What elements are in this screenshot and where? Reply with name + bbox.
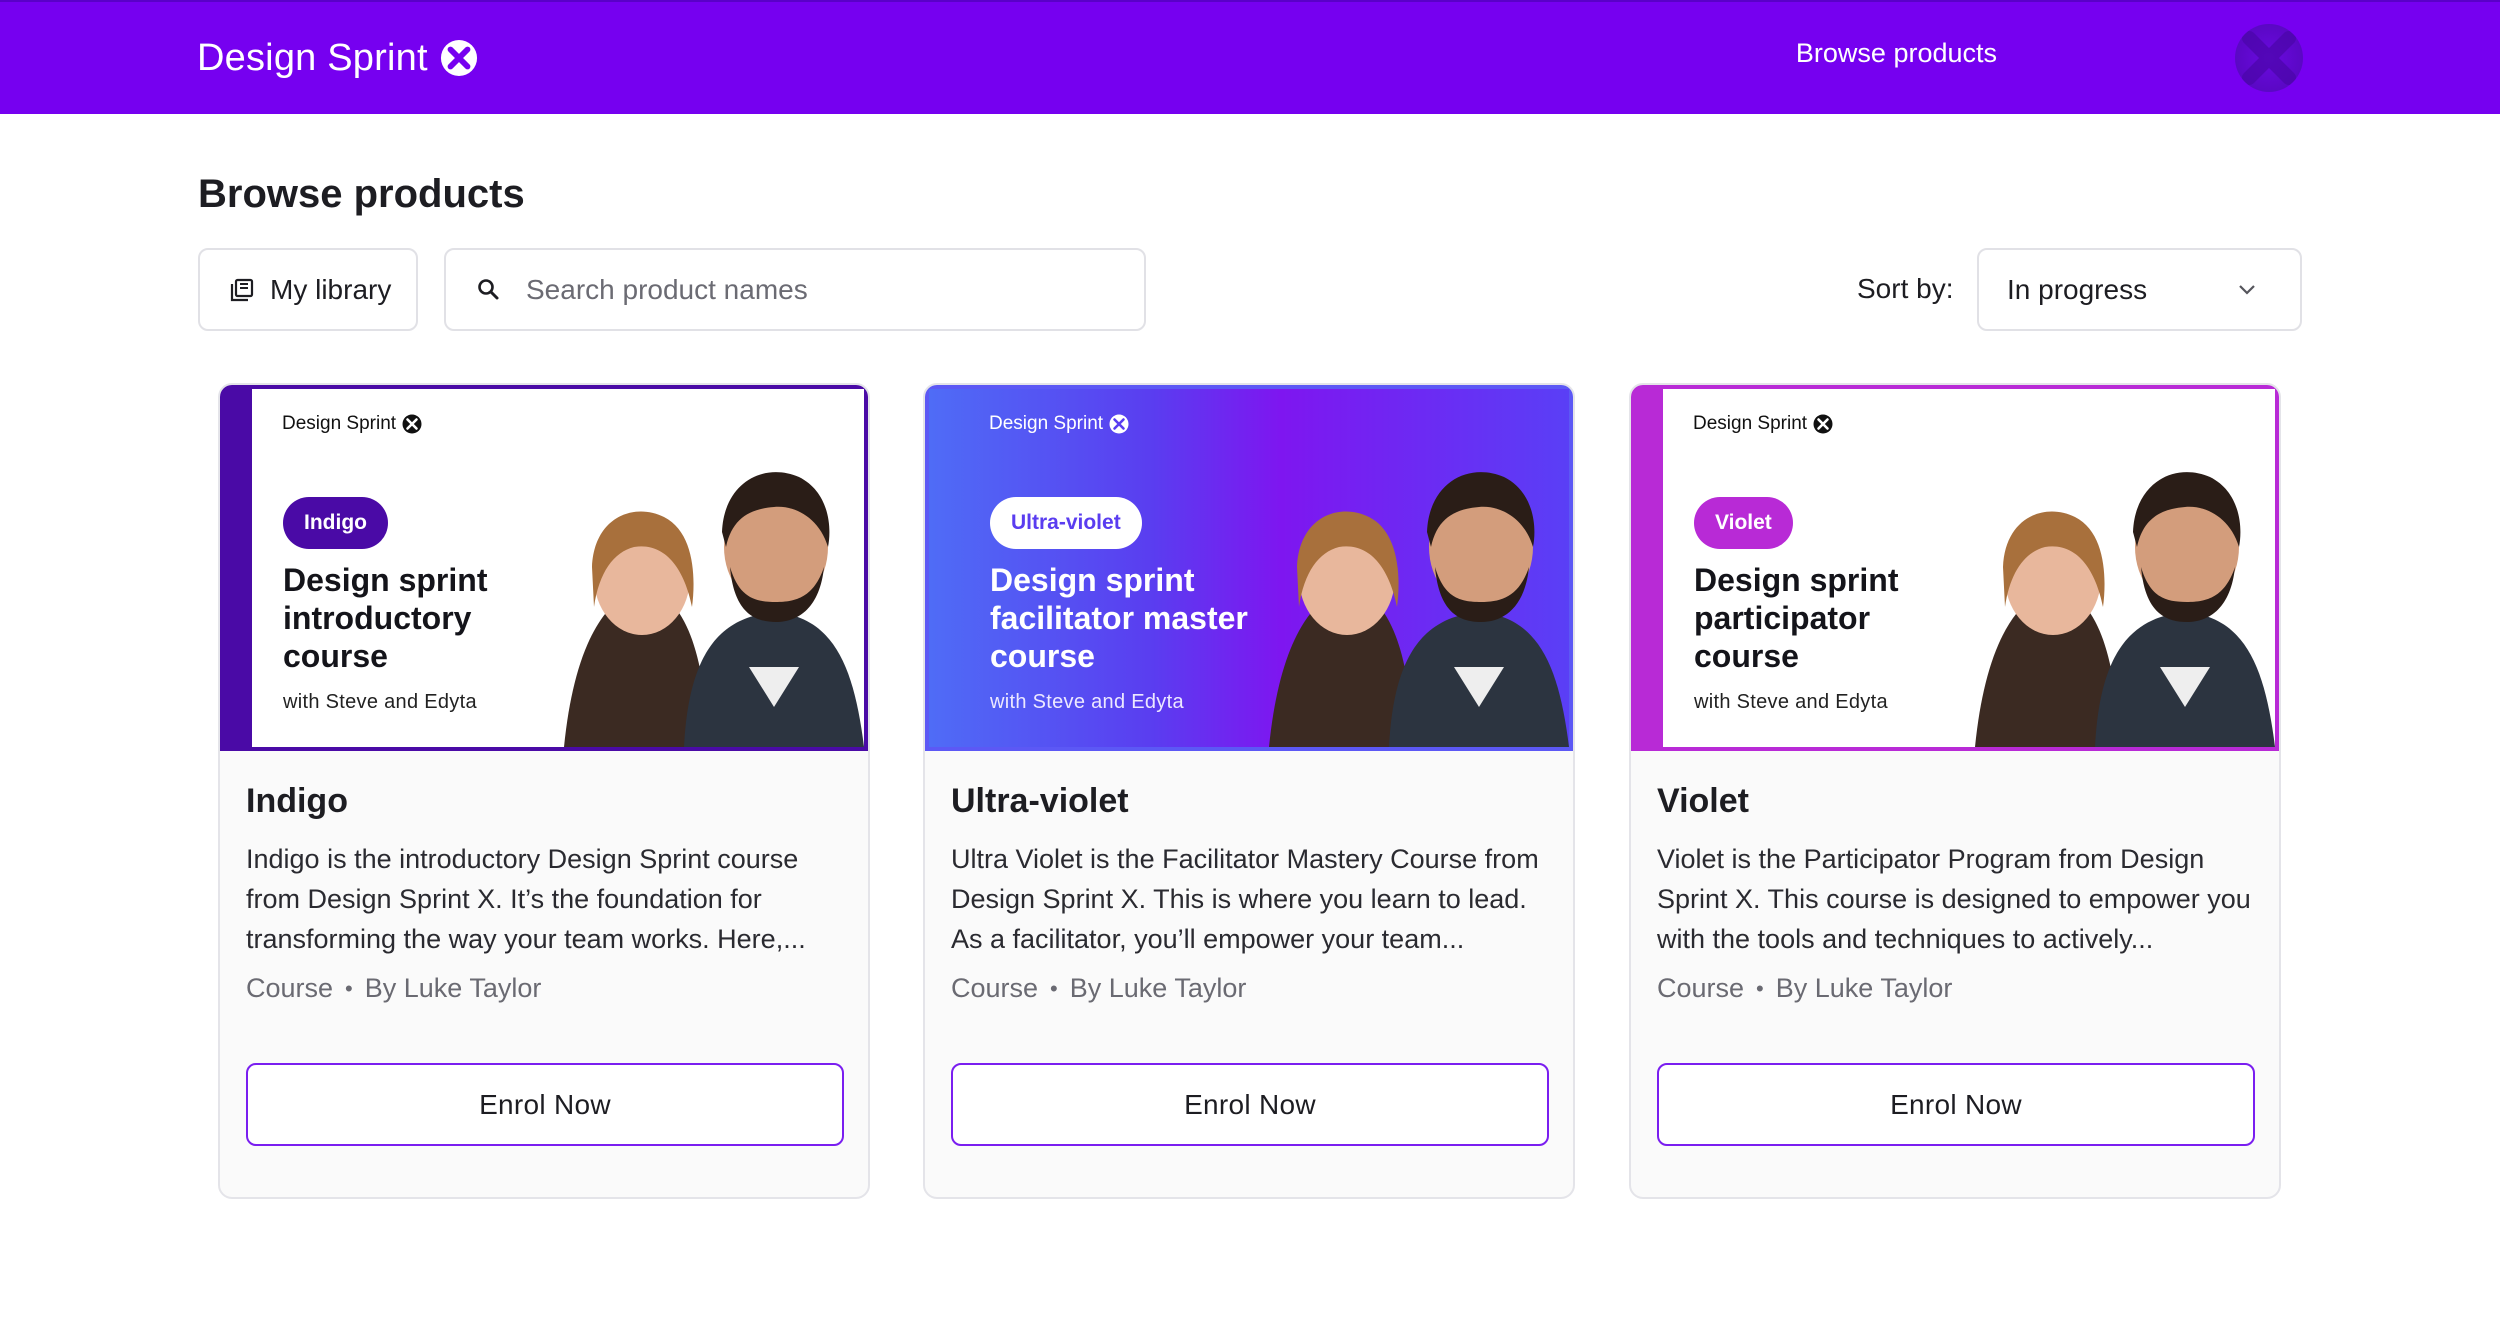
user-avatar-icon[interactable] (2235, 24, 2303, 92)
library-icon (230, 278, 254, 301)
x-logo-icon (402, 414, 422, 434)
separator-dot: • (345, 975, 353, 1001)
product-banner: Design Sprint Indigo Design sprint intro… (220, 385, 868, 751)
x-logo-icon (1813, 414, 1833, 434)
product-author: By Luke Taylor (364, 973, 542, 1003)
product-name: Violet (1657, 782, 1749, 820)
product-card-indigo[interactable]: Design Sprint Indigo Design sprint intro… (218, 383, 870, 1199)
product-name: Ultra-violet (951, 782, 1129, 820)
product-type: Course (246, 973, 334, 1003)
x-logo-icon (1109, 414, 1129, 434)
banner-title: Design sprint participator course (1694, 562, 1899, 674)
instructors-photo (1269, 472, 1569, 747)
search-icon (478, 278, 499, 299)
my-library-button[interactable]: My library (198, 248, 418, 331)
nav-browse-products-link[interactable]: Browse products (1796, 38, 1997, 69)
x-logo-icon (440, 39, 477, 77)
banner-brand-name: Design Sprint (989, 413, 1104, 434)
instructors-photo (564, 472, 864, 747)
banner-title: Design sprint introductory course (283, 562, 488, 674)
separator-dot: • (1050, 975, 1058, 1001)
banner-title: Design sprint facilitator master course (990, 562, 1248, 674)
sort-by-label: Sort by: (1857, 273, 1954, 304)
product-card-ultra-violet[interactable]: Design Sprint Ultra-violet Design sprint… (923, 383, 1575, 1199)
brand-logo[interactable]: Design Sprint (197, 28, 478, 88)
product-author: By Luke Taylor (1775, 973, 1953, 1003)
enrol-now-button[interactable]: Enrol Now (1657, 1063, 2255, 1146)
banner-brand-name: Design Sprint (282, 413, 397, 434)
banner-brand: Design Sprint (989, 413, 1129, 435)
product-meta: Course • By Luke Taylor (246, 973, 541, 1004)
banner-badge: Ultra-violet (990, 497, 1142, 549)
product-author: By Luke Taylor (1069, 973, 1247, 1003)
search-input[interactable] (526, 273, 1126, 306)
product-type: Course (951, 973, 1039, 1003)
top-navigation-bar: Design Sprint Browse products (0, 0, 2500, 114)
product-meta: Course • By Luke Taylor (951, 973, 1246, 1004)
product-meta: Course • By Luke Taylor (1657, 973, 1952, 1004)
banner-subtitle: with Steve and Edyta (283, 691, 477, 713)
separator-dot: • (1756, 975, 1764, 1001)
product-name: Indigo (246, 782, 348, 820)
banner-brand: Design Sprint (282, 413, 422, 435)
banner-subtitle: with Steve and Edyta (1694, 691, 1888, 713)
product-description: Indigo is the introductory Design Sprint… (246, 844, 806, 954)
sort-dropdown[interactable]: In progress (1977, 248, 2302, 331)
brand-name: Design Sprint (197, 36, 428, 79)
product-type: Course (1657, 973, 1745, 1003)
sort-selected-value: In progress (2007, 273, 2148, 305)
enrol-now-button[interactable]: Enrol Now (951, 1063, 1549, 1146)
product-description: Violet is the Participator Program from … (1657, 844, 2251, 954)
avatar-x-mark-icon (2242, 31, 2296, 85)
page-title: Browse products (198, 172, 525, 216)
product-banner: Design Sprint Ultra-violet Design sprint… (925, 385, 1573, 751)
search-box[interactable] (444, 248, 1146, 331)
banner-brand-name: Design Sprint (1693, 413, 1808, 434)
banner-subtitle: with Steve and Edyta (990, 691, 1184, 713)
product-card-violet[interactable]: Design Sprint Violet Design sprint parti… (1629, 383, 2281, 1199)
product-description: Ultra Violet is the Facilitator Mastery … (951, 844, 1539, 954)
banner-badge: Violet (1694, 497, 1793, 549)
enrol-now-button[interactable]: Enrol Now (246, 1063, 844, 1146)
instructors-photo (1975, 472, 2275, 747)
product-banner: Design Sprint Violet Design sprint parti… (1631, 385, 2279, 751)
my-library-label: My library (270, 273, 392, 305)
banner-brand: Design Sprint (1693, 413, 1833, 435)
banner-badge: Indigo (283, 497, 388, 549)
chevron-down-icon (2239, 285, 2255, 295)
